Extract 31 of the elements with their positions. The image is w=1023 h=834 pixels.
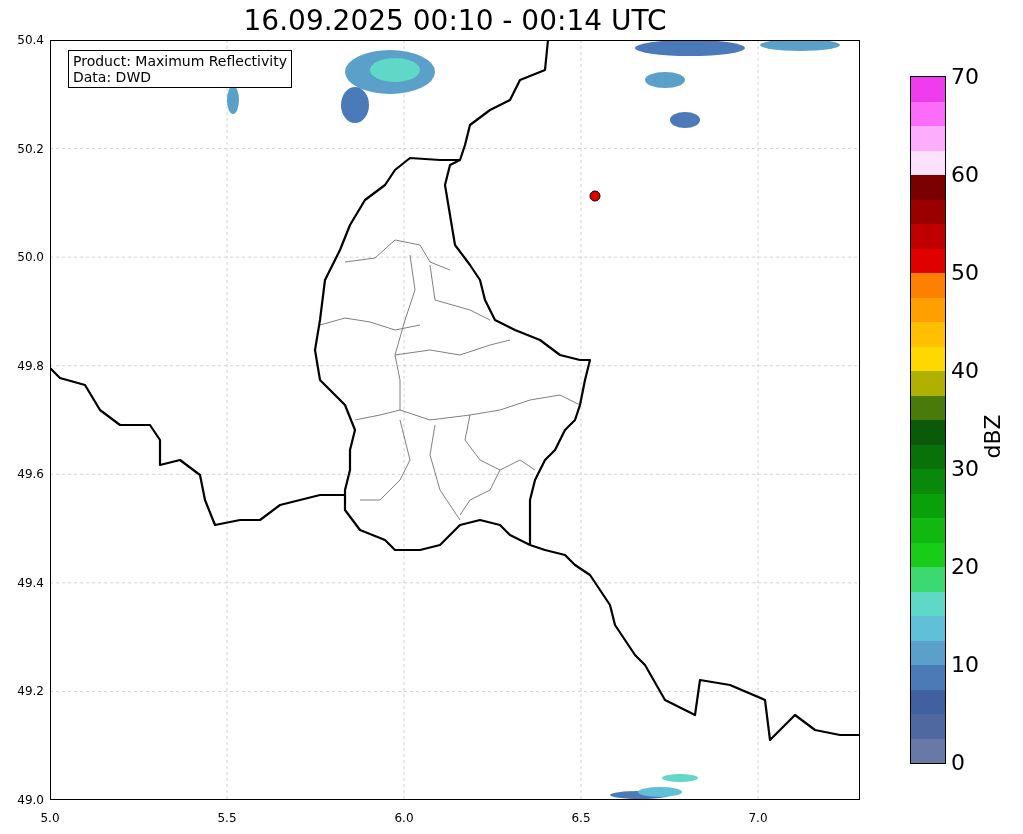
colorbar-tick-label: 40	[951, 358, 979, 384]
y-tick-label: 50.0	[17, 249, 44, 266]
y-tick-label: 50.2	[17, 140, 44, 157]
x-tick-label: 7.0	[747, 810, 769, 826]
location-marker	[589, 190, 601, 202]
y-tick-label: 49.8	[17, 357, 44, 374]
x-tick-label: 6.5	[570, 810, 592, 826]
radar-echo	[638, 787, 682, 797]
y-tick-label: 49.4	[17, 574, 44, 591]
colorbar-tick-label: 0	[951, 750, 966, 776]
colorbar-tick-label: 10	[951, 652, 979, 678]
y-tick-label: 49.6	[17, 466, 44, 483]
legend-text: Product: Maximum Reflectivity	[73, 53, 287, 69]
radar-echo	[670, 112, 700, 128]
colorbar-tick-label: 60	[951, 162, 979, 188]
radar-echo	[645, 72, 685, 88]
chart-title: 16.09.2025 00:10 - 00:14 UTC	[243, 3, 667, 37]
y-tick-label: 50.4	[17, 32, 44, 48]
x-tick-label: 6.0	[393, 810, 415, 826]
colorbar-tick-label: 30	[951, 456, 979, 482]
radar-echo	[662, 774, 698, 782]
colorbar-tick-label: 20	[951, 554, 979, 580]
radar-echo	[227, 86, 239, 114]
x-tick-label: 5.0	[39, 810, 61, 826]
colorbar-tick-label: 50	[951, 260, 979, 286]
y-tick-label: 49.2	[17, 683, 44, 700]
colorbar-label: dBZ	[979, 414, 1005, 459]
x-tick-label: 5.5	[216, 810, 238, 826]
legend-text: Data: DWD	[73, 69, 152, 85]
colorbar-tick-label: 70	[951, 64, 979, 90]
y-tick-label: 49.0	[17, 791, 44, 808]
